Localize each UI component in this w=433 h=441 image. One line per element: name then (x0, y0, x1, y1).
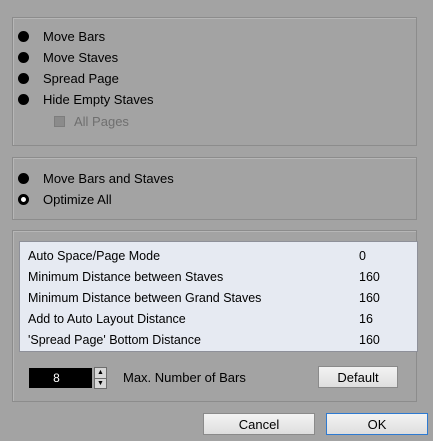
parameters-table: Auto Space/Page Mode 0 Minimum Distance … (19, 241, 418, 352)
table-row[interactable]: Minimum Distance between Staves 160 (20, 266, 417, 287)
move-bars-option[interactable]: Move Bars (18, 27, 105, 45)
parameter-value[interactable]: 16 (359, 312, 373, 326)
option-label: Hide Empty Staves (43, 91, 154, 107)
max-bars-label: Max. Number of Bars (123, 370, 246, 385)
radio-empty-icon (18, 193, 29, 205)
radio-filled-icon (18, 51, 29, 63)
optimize-all-option[interactable]: Optimize All (18, 190, 112, 208)
radio-filled-icon (18, 30, 29, 42)
option-label: Optimize All (43, 191, 112, 207)
parameter-value[interactable]: 160 (359, 291, 380, 305)
table-row[interactable]: Auto Space/Page Mode 0 (20, 245, 417, 266)
default-button[interactable]: Default (318, 366, 398, 388)
hide-empty-staves-option[interactable]: Hide Empty Staves (18, 90, 154, 108)
parameter-value[interactable]: 160 (359, 270, 380, 284)
option-label: Move Staves (43, 49, 119, 65)
move-staves-option[interactable]: Move Staves (18, 48, 118, 66)
mode-options-group (12, 157, 417, 220)
parameter-name: Minimum Distance between Staves (28, 269, 224, 284)
option-label: Move Bars and Staves (43, 170, 174, 186)
radio-filled-icon (18, 93, 29, 105)
radio-filled-icon (18, 72, 29, 84)
max-bars-stepper[interactable]: ▲ ▼ (94, 367, 107, 389)
checkbox-icon (54, 115, 65, 127)
parameter-value[interactable]: 160 (359, 333, 380, 347)
parameter-name: Minimum Distance between Grand Staves (28, 290, 262, 305)
radio-filled-icon (18, 172, 29, 184)
all-pages-checkbox[interactable]: All Pages (54, 112, 129, 130)
option-label: Move Bars (43, 28, 106, 44)
parameter-name: Add to Auto Layout Distance (28, 311, 186, 326)
checkbox-label: All Pages (74, 113, 129, 129)
option-label: Spread Page (43, 70, 119, 86)
table-row[interactable]: 'Spread Page' Bottom Distance 160 (20, 329, 417, 350)
parameter-value[interactable]: 0 (359, 249, 366, 263)
spread-page-option[interactable]: Spread Page (18, 69, 119, 87)
parameter-name: 'Spread Page' Bottom Distance (28, 332, 201, 347)
table-row[interactable]: Add to Auto Layout Distance 16 (20, 308, 417, 329)
increment-arrow-icon[interactable]: ▲ (95, 368, 106, 378)
ok-button[interactable]: OK (326, 413, 428, 435)
decrement-arrow-icon[interactable]: ▼ (95, 377, 106, 389)
max-bars-input[interactable]: 8 (29, 368, 92, 388)
cancel-button[interactable]: Cancel (203, 413, 315, 435)
parameter-name: Auto Space/Page Mode (28, 248, 161, 263)
move-bars-and-staves-option[interactable]: Move Bars and Staves (18, 169, 174, 187)
table-row[interactable]: Minimum Distance between Grand Staves 16… (20, 287, 417, 308)
